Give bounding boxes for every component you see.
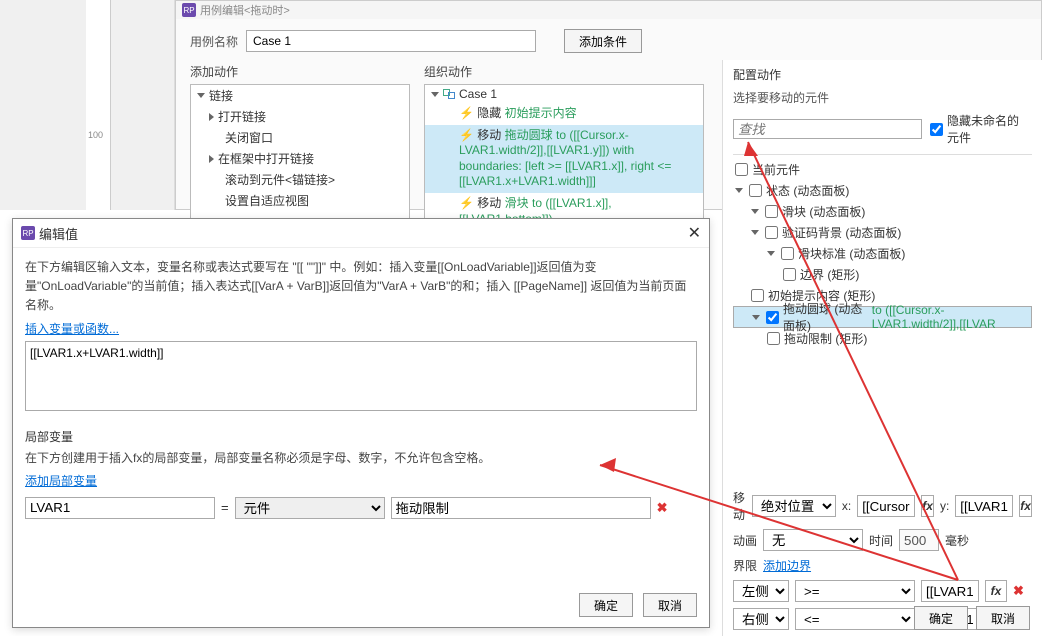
bound-side-select[interactable]: 右侧	[733, 608, 789, 630]
app-badge: RP	[21, 226, 35, 240]
local-var-type-select[interactable]: 元件	[235, 497, 385, 519]
chevron-down-icon	[752, 315, 760, 320]
cancel-button[interactable]: 取消	[976, 606, 1030, 630]
widget-row[interactable]: 当前元件	[733, 159, 1032, 180]
chevron-down-icon	[197, 93, 205, 98]
org-case[interactable]: Case 1	[459, 87, 497, 101]
anim-select[interactable]: 无	[763, 529, 863, 551]
time-unit: 毫秒	[945, 532, 969, 549]
organize-action-header: 组织动作	[424, 63, 704, 80]
action-row[interactable]: ⚡ 隐藏 初始提示内容	[425, 103, 703, 125]
widget-row[interactable]: 滑块 (动态面板)	[733, 201, 1032, 222]
tree-root-links[interactable]: 链接	[209, 87, 233, 104]
y-label: y:	[940, 499, 949, 513]
ok-button[interactable]: 确定	[579, 593, 633, 617]
action-row[interactable]: ⚡ 移动 滑块 to ([[LVAR1.x]],[[LVAR1.bottom]]…	[425, 193, 703, 219]
ruler-tick: 100	[88, 130, 103, 140]
time-label: 时间	[869, 532, 893, 549]
y-input[interactable]	[955, 495, 1013, 517]
case-name-input[interactable]	[246, 30, 536, 52]
bolt-icon: ⚡	[459, 196, 474, 210]
fx-button-y[interactable]: fx	[1019, 495, 1032, 517]
bound-side-select[interactable]: 左侧	[733, 580, 789, 602]
case-name-label: 用例名称	[190, 33, 238, 50]
configure-action-panel: 配置动作 选择要移动的元件 隐藏未命名的元件 当前元件 状态 (动态面板) 滑块…	[722, 60, 1042, 636]
chevron-down-icon	[735, 188, 743, 193]
close-icon[interactable]: ✕	[688, 223, 701, 243]
tree-item[interactable]: 在框架中打开链接	[218, 150, 314, 167]
add-local-var-link[interactable]: 添加局部变量	[25, 474, 97, 488]
bound-value-input[interactable]	[921, 580, 979, 602]
widget-row[interactable]: 拖动限制 (矩形)	[733, 328, 1032, 349]
chevron-right-icon	[209, 155, 214, 163]
case-icon	[443, 89, 455, 99]
insert-var-link[interactable]: 插入变量或函数...	[25, 322, 119, 336]
chevron-down-icon	[751, 209, 759, 214]
configure-header: 配置动作	[733, 66, 1032, 83]
add-action-tree[interactable]: 链接 打开链接 关闭窗口 在框架中打开链接 滚动到元件<锚链接> 设置自适应视图	[190, 84, 410, 219]
add-action-header: 添加动作	[190, 63, 410, 80]
app-badge: RP	[182, 3, 196, 17]
dialog-titlebar: RP 用例编辑<拖动时>	[176, 1, 1041, 19]
local-var-header: 局部变量	[25, 428, 697, 445]
chevron-right-icon	[209, 113, 214, 121]
tree-item[interactable]: 滚动到元件<锚链接>	[225, 171, 335, 188]
hide-unnamed-checkbox[interactable]: 隐藏未命名的元件	[928, 110, 1032, 148]
organize-action-tree[interactable]: Case 1 ⚡ 隐藏 初始提示内容 ⚡ 移动 拖动圆球 to ([[Curso…	[424, 84, 704, 219]
select-widget-label: 选择要移动的元件	[733, 89, 1032, 106]
add-condition-button[interactable]: 添加条件	[564, 29, 642, 53]
remove-local-var-icon[interactable]: ✖	[657, 500, 668, 516]
edit-value-dialog: RP 编辑值 ✕ 在下方编辑区输入文本，变量名称或表达式要写在 "[[ ""]]…	[12, 218, 710, 628]
widget-row[interactable]: 滑块标准 (动态面板)	[733, 243, 1032, 264]
equals-sign: =	[221, 500, 229, 515]
local-var-name-input[interactable]	[25, 497, 215, 519]
cancel-button[interactable]: 取消	[643, 593, 697, 617]
widget-row[interactable]: 状态 (动态面板)	[733, 180, 1032, 201]
ok-button[interactable]: 确定	[914, 606, 968, 630]
fx-button-bound1[interactable]: fx	[985, 580, 1007, 602]
widget-row-selected[interactable]: 拖动圆球 (动态面板) to ([[Cursor.x-LVAR1.width/2…	[733, 306, 1032, 328]
widget-row[interactable]: 边界 (矩形)	[733, 264, 1032, 285]
dialog-title: 用例编辑<拖动时>	[200, 2, 290, 18]
move-label: 移动	[733, 489, 746, 523]
dialog-title: 编辑值	[39, 224, 688, 243]
search-input[interactable]	[733, 119, 922, 139]
tree-item[interactable]: 关闭窗口	[225, 129, 273, 146]
chevron-down-icon	[431, 92, 439, 97]
hint-text: 在下方编辑区输入文本，变量名称或表达式要写在 "[[ ""]]" 中。例如：插入…	[25, 258, 697, 316]
chevron-down-icon	[767, 251, 775, 256]
action-row-selected[interactable]: ⚡ 移动 拖动圆球 to ([[Cursor.x-LVAR1.width/2]]…	[425, 125, 703, 193]
remove-bound-icon[interactable]: ✖	[1013, 583, 1024, 599]
time-input[interactable]	[899, 529, 939, 551]
bolt-icon: ⚡	[459, 128, 474, 142]
tree-item[interactable]: 打开链接	[218, 108, 266, 125]
local-var-value-input[interactable]	[391, 497, 651, 519]
bound-op-select[interactable]: <=	[795, 608, 915, 630]
anim-label: 动画	[733, 532, 757, 549]
ruler-vertical: 100	[86, 0, 111, 210]
widget-row[interactable]: 验证码背景 (动态面板)	[733, 222, 1032, 243]
x-input[interactable]	[857, 495, 915, 517]
add-bounds-link[interactable]: 添加边界	[763, 557, 811, 574]
fx-button-x[interactable]: fx	[921, 495, 934, 517]
x-label: x:	[842, 499, 851, 513]
bound-op-select[interactable]: >=	[795, 580, 915, 602]
bounds-label: 界限	[733, 557, 757, 574]
tree-item[interactable]: 设置自适应视图	[225, 192, 309, 209]
local-var-hint: 在下方创建用于插入fx的局部变量，局部变量名称必须是字母、数字，不允许包含空格。	[25, 449, 697, 468]
chevron-down-icon	[751, 230, 759, 235]
expression-input[interactable]: [[LVAR1.x+LVAR1.width]]	[25, 341, 697, 411]
bolt-icon: ⚡	[459, 106, 474, 120]
move-type-select[interactable]: 绝对位置	[752, 495, 836, 517]
